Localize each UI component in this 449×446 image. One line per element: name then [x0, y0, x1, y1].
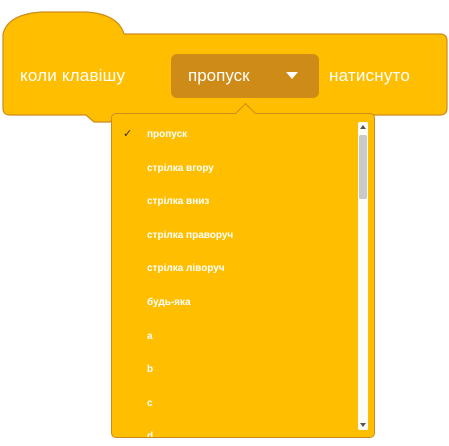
menu-item-up-arrow[interactable]: стрілка вгору — [112, 152, 360, 186]
menu-item-down-arrow[interactable]: стрілка вниз — [112, 185, 360, 219]
scroll-down-icon[interactable] — [360, 423, 366, 427]
menu-item-label: стрілка праворуч — [147, 229, 234, 241]
menu-item-space[interactable]: ✓ пропуск — [112, 118, 360, 152]
menu-item-label: стрілка ліворуч — [147, 263, 225, 275]
check-icon: ✓ — [123, 128, 133, 140]
menu-item-right-arrow[interactable]: стрілка праворуч — [112, 219, 360, 253]
chevron-down-icon — [286, 72, 298, 79]
menu-item-b[interactable]: b — [112, 353, 360, 387]
menu-item-label: будь-яка — [147, 296, 191, 308]
block-label-pressed: натиснуто — [329, 66, 410, 85]
menu-item-d[interactable]: d — [112, 420, 360, 438]
menu-item-a[interactable]: a — [112, 320, 360, 354]
scrollbar-thumb[interactable] — [359, 135, 367, 199]
menu-item-label: стрілка вниз — [147, 196, 210, 208]
menu-item-c[interactable]: c — [112, 387, 360, 421]
scroll-up-icon[interactable] — [360, 125, 366, 129]
block-label-when-key: коли клавішу — [20, 66, 126, 85]
menu-item-label: пропуск — [147, 129, 188, 140]
scratch-editor-canvas: коли клавішу пропуск натиснуто ✓ пропуск… — [0, 0, 449, 446]
menu-item-label: a — [147, 330, 153, 342]
menu-item-left-arrow[interactable]: стрілка ліворуч — [112, 252, 360, 286]
menu-item-label: b — [147, 364, 154, 376]
key-dropdown-menu[interactable]: ✓ пропуск стрілка вгору стрілка вниз стр… — [111, 113, 375, 438]
menu-item-any[interactable]: будь-яка — [112, 286, 360, 320]
menu-item-label: d — [147, 431, 154, 438]
menu-item-label: c — [147, 397, 153, 409]
menu-scrollbar[interactable] — [358, 122, 368, 430]
key-select-dropdown[interactable]: пропуск — [171, 54, 319, 98]
menu-item-label: стрілка вгору — [147, 162, 214, 174]
key-options-list: ✓ пропуск стрілка вгору стрілка вниз стр… — [112, 118, 360, 438]
when-key-pressed-hat-block[interactable]: коли клавішу пропуск натиснуто — [0, 0, 449, 130]
selected-key-value: пропуск — [188, 66, 250, 85]
